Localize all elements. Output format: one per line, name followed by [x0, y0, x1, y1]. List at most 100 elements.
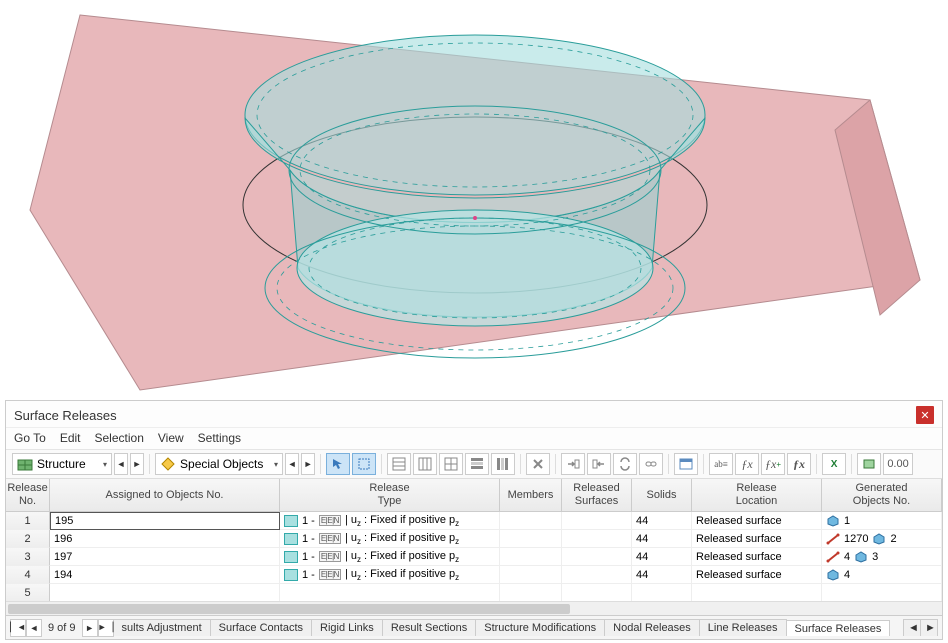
- tab-next-button[interactable]: ►: [82, 619, 98, 637]
- assigned-cell[interactable]: 196: [50, 530, 280, 548]
- assigned-cell[interactable]: 197: [50, 548, 280, 566]
- generated-cell[interactable]: 1: [822, 512, 942, 530]
- release-type-cell[interactable]: 1 - E|E|N | uz : Fixed if positive pz: [280, 530, 500, 548]
- released-surfaces-cell[interactable]: [562, 584, 632, 601]
- structure-dropdown[interactable]: Structure ▾: [12, 453, 112, 475]
- col-release-type[interactable]: ReleaseType: [280, 479, 500, 511]
- menu-settings[interactable]: Settings: [198, 431, 241, 445]
- release-type-cell[interactable]: 1 - E|E|N | uz : Fixed if positive pz: [280, 548, 500, 566]
- window-button[interactable]: [674, 453, 698, 475]
- table-row[interactable]: 31971 - E|E|N | uz : Fixed if positive p…: [6, 548, 942, 566]
- model-viewport[interactable]: [0, 0, 948, 395]
- solids-cell[interactable]: 44: [632, 530, 692, 548]
- tab-last-button[interactable]: ►▕: [98, 619, 114, 637]
- members-cell[interactable]: [500, 530, 562, 548]
- zoom-fit-button[interactable]: [857, 453, 881, 475]
- tab-structure-modifications[interactable]: Structure Modifications: [475, 619, 605, 636]
- import-button[interactable]: [561, 453, 585, 475]
- fx-add-button[interactable]: ƒx+: [761, 453, 785, 475]
- table-row[interactable]: 5: [6, 584, 942, 601]
- released-surfaces-cell[interactable]: [562, 512, 632, 530]
- release-type-cell[interactable]: 1 - E|E|N | uz : Fixed if positive pz: [280, 566, 500, 584]
- tab-nodal-releases[interactable]: Nodal Releases: [604, 619, 700, 636]
- selection-mode-2-button[interactable]: [352, 453, 376, 475]
- grid-view-5-button[interactable]: [491, 453, 515, 475]
- delete-button[interactable]: [526, 453, 550, 475]
- col-assigned[interactable]: Assigned to Objects No.: [50, 479, 280, 511]
- col-solids[interactable]: Solids: [632, 479, 692, 511]
- tab-prev-button[interactable]: ◄: [26, 619, 42, 637]
- fx-button[interactable]: ƒx: [735, 453, 759, 475]
- solids-cell[interactable]: 44: [632, 548, 692, 566]
- tab-scroll-left[interactable]: ◄: [903, 619, 921, 636]
- assigned-cell[interactable]: [50, 584, 280, 601]
- sync-button[interactable]: [613, 453, 637, 475]
- location-cell[interactable]: [692, 584, 822, 601]
- generated-cell[interactable]: 4: [822, 566, 942, 584]
- grid-view-4-button[interactable]: [465, 453, 489, 475]
- chevron-down-icon: ▾: [103, 460, 107, 469]
- released-surfaces-cell[interactable]: [562, 548, 632, 566]
- tab-result-sections[interactable]: Result Sections: [382, 619, 476, 636]
- col-members[interactable]: Members: [500, 479, 562, 511]
- precision-button[interactable]: 0.00: [883, 453, 913, 475]
- tab-first-button[interactable]: ▏◄: [10, 619, 26, 637]
- grid-view-3-button[interactable]: [439, 453, 463, 475]
- menu-goto[interactable]: Go To: [14, 431, 46, 445]
- col-released-surfaces[interactable]: ReleasedSurfaces: [562, 479, 632, 511]
- col-release-location[interactable]: ReleaseLocation: [692, 479, 822, 511]
- assigned-cell[interactable]: 194: [50, 566, 280, 584]
- nav-next-button-2[interactable]: ►: [301, 453, 315, 475]
- horizontal-scrollbar[interactable]: [6, 601, 942, 615]
- tab-scroll-right[interactable]: ►: [920, 619, 938, 636]
- tab-surface-releases[interactable]: Surface Releases: [786, 620, 891, 636]
- location-cell[interactable]: Released surface: [692, 566, 822, 584]
- close-button[interactable]: ✕: [916, 406, 934, 424]
- grid-view-2-button[interactable]: [413, 453, 437, 475]
- generated-cell[interactable]: 12702: [822, 530, 942, 548]
- location-cell[interactable]: Released surface: [692, 548, 822, 566]
- release-type-cell[interactable]: 1 - E|E|N | uz : Fixed if positive pz: [280, 512, 500, 530]
- generated-cell[interactable]: [822, 584, 942, 601]
- menu-edit[interactable]: Edit: [60, 431, 81, 445]
- table-row[interactable]: 21961 - E|E|N | uz : Fixed if positive p…: [6, 530, 942, 548]
- solids-cell[interactable]: [632, 584, 692, 601]
- panel-title: Surface Releases: [14, 408, 117, 423]
- release-type-cell[interactable]: [280, 584, 500, 601]
- solids-cell[interactable]: 44: [632, 566, 692, 584]
- excel-export-button[interactable]: X: [822, 453, 846, 475]
- menu-view[interactable]: View: [158, 431, 184, 445]
- grid-body[interactable]: 11951 - E|E|N | uz : Fixed if positive p…: [6, 512, 942, 601]
- menu-selection[interactable]: Selection: [95, 431, 144, 445]
- tab-rigid-links[interactable]: Rigid Links: [311, 619, 383, 636]
- members-cell[interactable]: [500, 548, 562, 566]
- assigned-cell[interactable]: 195: [50, 512, 280, 530]
- type-swatch-icon: [284, 551, 298, 563]
- unit-button[interactable]: ab≡: [709, 453, 733, 475]
- nav-prev-button[interactable]: ◄: [114, 453, 128, 475]
- col-generated-objects[interactable]: GeneratedObjects No.: [822, 479, 942, 511]
- link-button[interactable]: [639, 453, 663, 475]
- nav-prev-button-2[interactable]: ◄: [285, 453, 299, 475]
- table-row[interactable]: 1 1951 - E|E|N | uz : Fixed if positive p…: [6, 512, 942, 530]
- solids-cell[interactable]: 44: [632, 512, 692, 530]
- members-cell[interactable]: [500, 566, 562, 584]
- table-row[interactable]: 4 1941 - E|E|N | uz : Fixed if positive p…: [6, 566, 942, 584]
- col-release-no[interactable]: ReleaseNo.: [6, 479, 50, 511]
- members-cell[interactable]: [500, 512, 562, 530]
- tab-surface-contacts[interactable]: Surface Contacts: [210, 619, 312, 636]
- tab-sults-adjustment[interactable]: sults Adjustment: [114, 619, 211, 636]
- selection-mode-1-button[interactable]: [326, 453, 350, 475]
- location-cell[interactable]: Released surface: [692, 530, 822, 548]
- members-cell[interactable]: [500, 584, 562, 601]
- generated-cell[interactable]: 43: [822, 548, 942, 566]
- released-surfaces-cell[interactable]: [562, 566, 632, 584]
- grid-view-1-button[interactable]: [387, 453, 411, 475]
- fx-bold-button[interactable]: ƒx: [787, 453, 811, 475]
- released-surfaces-cell[interactable]: [562, 530, 632, 548]
- tab-line-releases[interactable]: Line Releases: [699, 619, 787, 636]
- export-button[interactable]: [587, 453, 611, 475]
- nav-next-button[interactable]: ►: [130, 453, 144, 475]
- special-objects-dropdown[interactable]: Special Objects ▾: [155, 453, 283, 475]
- location-cell[interactable]: Released surface: [692, 512, 822, 530]
